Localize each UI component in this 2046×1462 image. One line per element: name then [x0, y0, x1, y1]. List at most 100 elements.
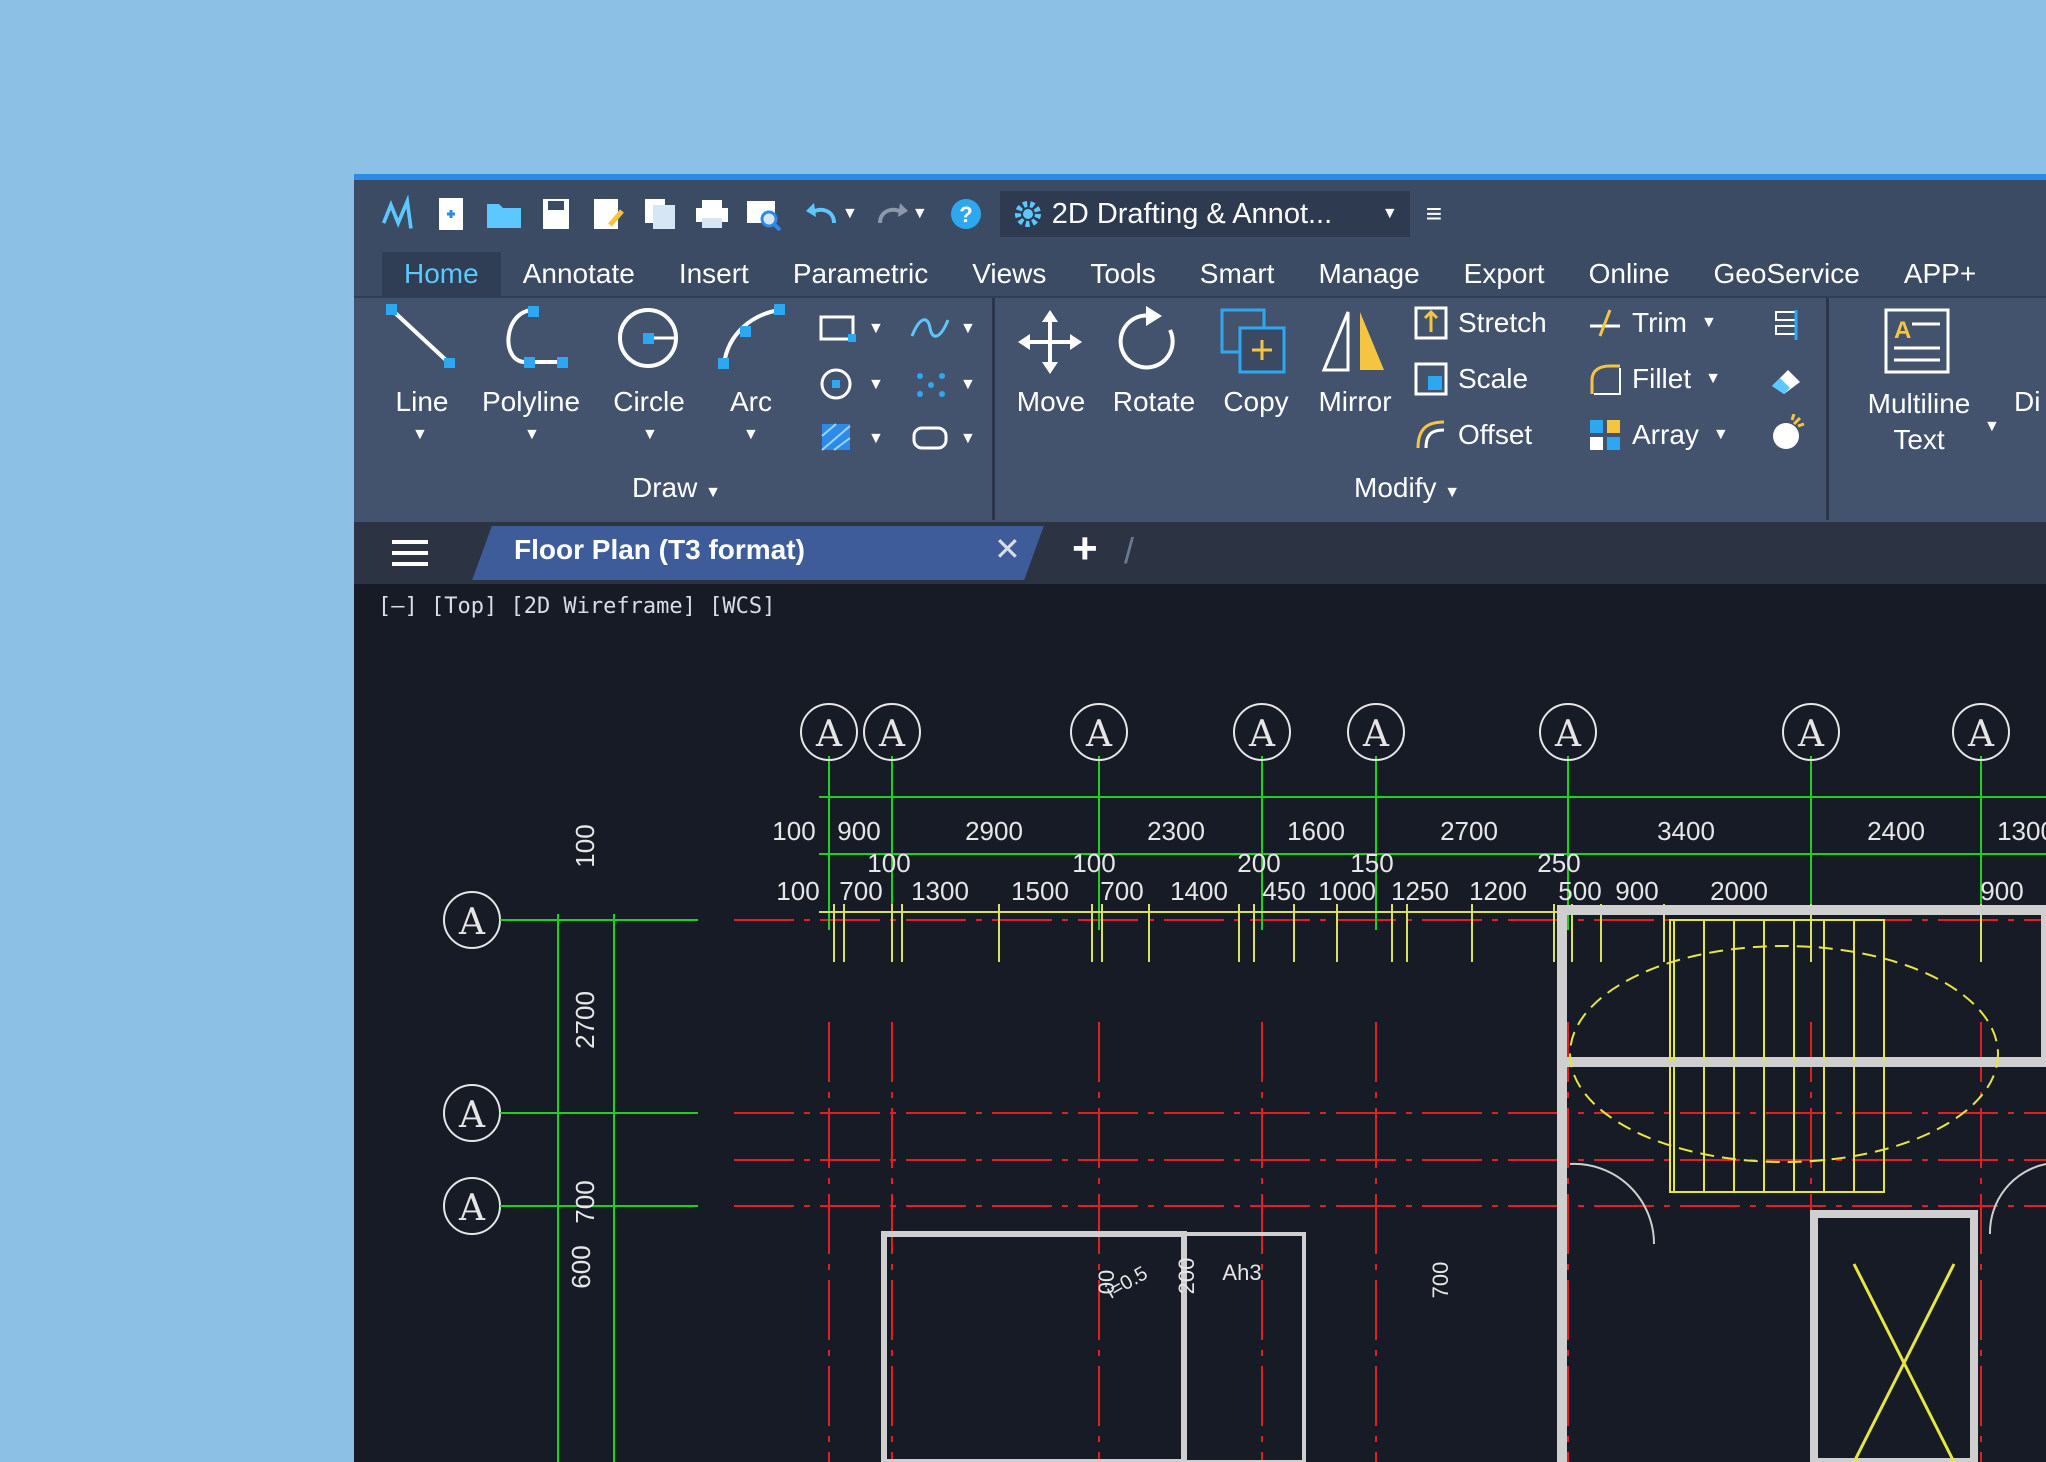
arc-dropdown-icon[interactable]: ▼	[743, 426, 759, 444]
array-dropdown-icon[interactable]: ▼	[1713, 426, 1729, 444]
tab-views[interactable]: Views	[950, 252, 1068, 296]
rectangle-dropdown-icon[interactable]: ▼	[868, 320, 884, 338]
circle-button[interactable]: Circle	[604, 386, 694, 418]
multiline-text-line2: Text	[1893, 424, 1945, 455]
dimension-text: 2900	[965, 816, 1023, 846]
dimension-text-vertical: 2700	[570, 991, 600, 1049]
save-icon[interactable]	[536, 194, 576, 234]
tab-geoservice[interactable]: GeoService	[1692, 252, 1882, 296]
point-dropdown-icon[interactable]: ▼	[960, 376, 976, 394]
dimension-text-vertical: 600	[566, 1245, 596, 1288]
trim-icon	[1590, 309, 1620, 337]
tab-home[interactable]: Home	[382, 252, 501, 296]
line-dropdown-icon[interactable]: ▼	[412, 426, 428, 444]
polyline-button[interactable]: Polyline	[476, 386, 586, 418]
fillet-icon	[1590, 364, 1621, 395]
close-tab-icon[interactable]: ✕	[994, 530, 1021, 568]
stretch-button[interactable]: Stretch	[1414, 306, 1547, 340]
copy-button[interactable]: Copy	[1216, 386, 1296, 418]
customize-toolbar-icon[interactable]: ≡	[1426, 198, 1442, 230]
scale-button[interactable]: Scale	[1414, 362, 1528, 396]
explode-icon[interactable]	[1768, 414, 1806, 452]
tab-manage[interactable]: Manage	[1296, 252, 1441, 296]
print-preview-icon[interactable]	[744, 194, 784, 234]
trim-button[interactable]: Trim ▼	[1588, 306, 1717, 340]
modify-panel-dropdown-icon[interactable]: ▼	[1444, 484, 1460, 501]
modify-panel-label[interactable]: Modify ▼	[1354, 472, 1460, 504]
room-tag: Ah3	[1222, 1260, 1261, 1285]
dimension-text: 1250	[1391, 876, 1449, 906]
array-icon	[1590, 420, 1620, 450]
polyline-dropdown-icon[interactable]: ▼	[524, 426, 540, 444]
redo-icon[interactable]	[872, 194, 912, 234]
dimension-text: 1500	[1011, 876, 1069, 906]
room-tag: 200	[1174, 1258, 1199, 1295]
gear-icon	[1014, 201, 1041, 227]
undo-icon[interactable]	[802, 194, 842, 234]
draw-panel-dropdown-icon[interactable]: ▼	[705, 484, 721, 501]
spline-dropdown-icon[interactable]: ▼	[960, 320, 976, 338]
arc-button[interactable]: Arc	[716, 386, 786, 418]
room-tag: 700	[1428, 1262, 1453, 1299]
rotate-icon	[1118, 306, 1175, 370]
axis-bubble-label: A	[1085, 714, 1113, 755]
spline-icon[interactable]	[910, 316, 950, 342]
erase-icon[interactable]	[1768, 364, 1804, 396]
multiline-text-dropdown-icon[interactable]: ▼	[1984, 418, 2000, 436]
revision-cloud-icon[interactable]	[910, 424, 950, 452]
tab-smart[interactable]: Smart	[1178, 252, 1297, 296]
align-icon[interactable]	[1770, 308, 1800, 342]
batch-save-icon[interactable]	[640, 194, 680, 234]
dimension-text: 100	[867, 848, 910, 878]
trim-dropdown-icon[interactable]: ▼	[1701, 314, 1717, 332]
tab-insert[interactable]: Insert	[657, 252, 771, 296]
workspace-dropdown-icon[interactable]: ▼	[1382, 205, 1398, 223]
hatch-icon[interactable]	[820, 422, 854, 452]
workspace-label: 2D Drafting & Annot...	[1051, 197, 1333, 230]
ellipse-dropdown-icon[interactable]: ▼	[868, 376, 884, 394]
hatch-dropdown-icon[interactable]: ▼	[868, 430, 884, 448]
new-file-icon[interactable]	[432, 194, 472, 234]
help-icon[interactable]: ?	[946, 194, 986, 234]
ellipse-icon[interactable]	[818, 368, 858, 400]
save-as-icon[interactable]	[588, 194, 628, 234]
redo-dropdown-icon[interactable]: ▼	[912, 205, 928, 223]
undo-dropdown-icon[interactable]: ▼	[842, 205, 858, 223]
multiline-text-button[interactable]: Multiline Text	[1854, 386, 1984, 458]
ribbon-separator	[992, 298, 995, 520]
tab-parametric[interactable]: Parametric	[771, 252, 950, 296]
svg-text:?: ?	[959, 202, 972, 227]
print-icon[interactable]	[692, 194, 732, 234]
move-button[interactable]: Move	[1008, 386, 1094, 418]
new-tab-icon[interactable]: +	[1072, 524, 1098, 574]
fillet-dropdown-icon[interactable]: ▼	[1705, 370, 1721, 388]
open-folder-icon[interactable]	[484, 194, 524, 234]
point-icon[interactable]	[914, 370, 948, 400]
rotate-button[interactable]: Rotate	[1104, 386, 1204, 418]
circle-dropdown-icon[interactable]: ▼	[642, 426, 658, 444]
move-icon	[1018, 310, 1082, 374]
draw-panel-label[interactable]: Draw ▼	[632, 472, 721, 504]
fillet-button[interactable]: Fillet ▼	[1588, 362, 1721, 396]
scale-icon	[1414, 362, 1448, 396]
tab-divider: /	[1124, 530, 1135, 571]
line-button[interactable]: Line	[382, 386, 462, 418]
tab-tools[interactable]: Tools	[1068, 252, 1177, 296]
drawing-canvas[interactable]: [—] [Top] [2D Wireframe] [WCS] AAAAAAAA1…	[354, 584, 2046, 1462]
app-logo-icon[interactable]	[380, 194, 420, 234]
revision-cloud-dropdown-icon[interactable]: ▼	[960, 430, 976, 448]
array-button[interactable]: Array ▼	[1588, 418, 1729, 452]
tab-export[interactable]: Export	[1442, 252, 1567, 296]
tab-online[interactable]: Online	[1567, 252, 1692, 296]
offset-button[interactable]: Offset	[1414, 418, 1532, 452]
tab-annotate[interactable]: Annotate	[501, 252, 657, 296]
workspace-selector[interactable]: 2D Drafting & Annot... ▼	[999, 191, 1410, 237]
mirror-button[interactable]: Mirror	[1310, 386, 1400, 418]
dimension-text: 1300	[1997, 816, 2046, 846]
menu-hamburger-icon[interactable]	[392, 540, 428, 566]
dimension-text: 1300	[911, 876, 969, 906]
dimension-button-cut[interactable]: Di	[2014, 386, 2040, 418]
tab-app-plus[interactable]: APP+	[1882, 252, 1998, 296]
rectangle-icon[interactable]	[818, 314, 858, 344]
dimension-text: 2700	[1440, 816, 1498, 846]
